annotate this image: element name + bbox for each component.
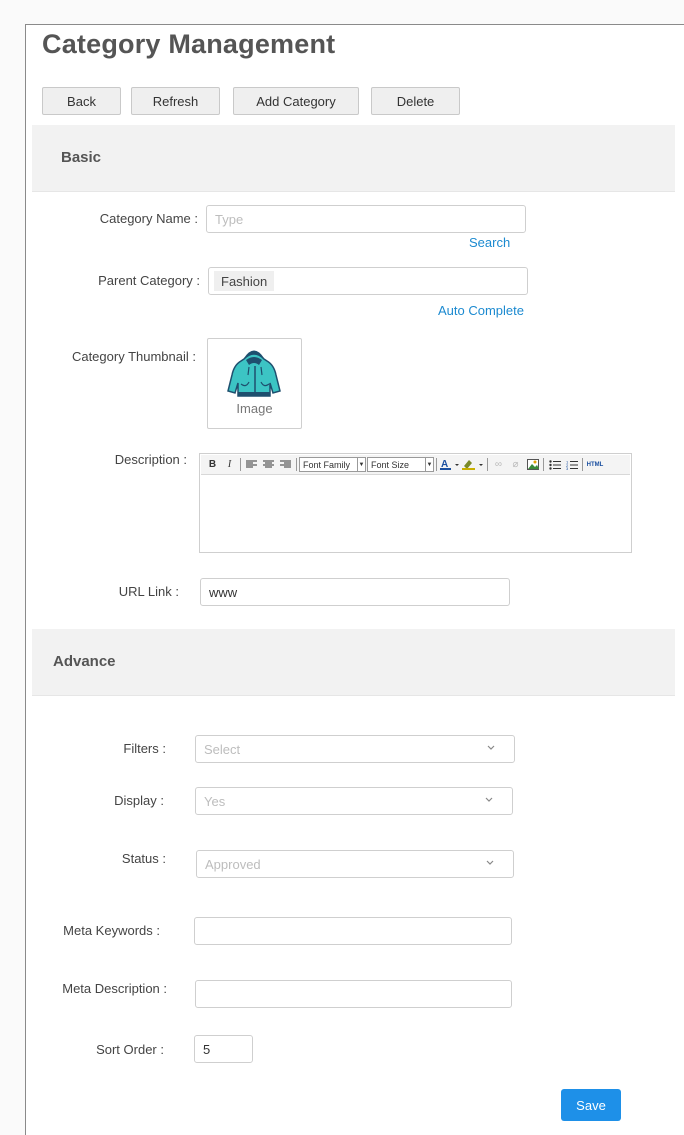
font-size-select[interactable]: Font Size ▼	[367, 457, 434, 472]
meta-description-label: Meta Description :	[62, 981, 167, 996]
sort-order-input[interactable]: 5	[194, 1035, 253, 1063]
status-label: Status :	[121, 851, 166, 866]
category-name-input[interactable]: Type	[206, 205, 526, 233]
highlight-color-icon[interactable]	[461, 457, 485, 473]
font-family-label: Font Family	[303, 459, 351, 470]
category-thumbnail-label: Category Thumbnail :	[71, 349, 196, 364]
auto-complete-link[interactable]: Auto Complete	[438, 303, 524, 318]
chevron-down-icon: ▼	[425, 458, 433, 471]
insert-image-icon[interactable]	[524, 457, 541, 473]
italic-icon[interactable]: I	[221, 457, 238, 473]
bold-icon[interactable]: B	[204, 457, 221, 473]
parent-category-input[interactable]: Fashion	[208, 267, 528, 295]
meta-description-input[interactable]	[195, 980, 512, 1008]
basic-section-header: Basic	[32, 125, 675, 192]
status-select[interactable]: Approved	[196, 850, 514, 878]
text-color-icon[interactable]: A	[439, 457, 461, 473]
filters-select[interactable]: Select	[195, 735, 515, 763]
align-center-icon[interactable]	[260, 457, 277, 473]
sort-order-label: Sort Order :	[96, 1042, 164, 1057]
chevron-down-icon	[487, 745, 495, 750]
chevron-down-icon	[486, 860, 494, 865]
html-source-icon[interactable]: HTML	[585, 457, 605, 473]
thumbnail-caption: Image	[236, 401, 273, 416]
url-link-input[interactable]: www	[200, 578, 510, 606]
back-button[interactable]: Back	[42, 87, 121, 115]
advance-section-title: Advance	[53, 653, 116, 670]
basic-section-title: Basic	[61, 149, 102, 166]
url-link-label: URL Link :	[118, 584, 179, 599]
meta-keywords-input[interactable]	[194, 917, 512, 945]
delete-button[interactable]: Delete	[371, 87, 460, 115]
font-family-select[interactable]: Font Family ▼	[299, 457, 366, 472]
refresh-button[interactable]: Refresh	[131, 87, 220, 115]
font-size-label: Font Size	[371, 459, 410, 470]
status-value: Approved	[205, 856, 261, 872]
parent-category-label: Parent Category :	[98, 273, 200, 288]
hoodie-icon	[227, 350, 281, 397]
category-name-label: Category Name :	[99, 211, 198, 226]
category-management-panel: Category Management Back Refresh Add Cat…	[25, 24, 684, 1135]
align-right-icon[interactable]	[277, 457, 294, 473]
bullet-list-icon[interactable]	[546, 457, 563, 473]
align-left-icon[interactable]	[243, 457, 260, 473]
chevron-down-icon	[485, 797, 493, 802]
display-value: Yes	[204, 793, 226, 809]
add-category-button[interactable]: Add Category	[233, 87, 359, 115]
display-label: Display :	[114, 793, 164, 808]
category-thumbnail-picker[interactable]: Image	[207, 338, 302, 429]
meta-keywords-label: Meta Keywords :	[63, 923, 160, 938]
svg-text:3: 3	[566, 466, 569, 470]
filters-label: Filters :	[123, 741, 166, 756]
unlink-icon[interactable]: ⌀	[507, 457, 524, 473]
search-link[interactable]: Search	[469, 235, 510, 250]
chevron-down-icon: ▼	[357, 458, 365, 471]
description-label: Description :	[114, 452, 187, 467]
filters-value: Select	[204, 741, 241, 757]
parent-category-chip[interactable]: Fashion	[214, 271, 275, 291]
advance-section-header: Advance	[32, 629, 675, 696]
link-icon[interactable]: ∞	[490, 457, 507, 473]
save-button[interactable]: Save	[561, 1089, 621, 1121]
description-editor[interactable]: B I Font Family ▼ Font Size ▼ A ∞ ⌀ 1 2 …	[199, 453, 632, 553]
category-name-placeholder: Type	[215, 211, 244, 227]
numbered-list-icon[interactable]: 123	[563, 457, 580, 473]
editor-toolbar: B I Font Family ▼ Font Size ▼ A ∞ ⌀ 1 2 …	[201, 455, 630, 475]
display-select[interactable]: Yes	[195, 787, 513, 815]
page-title: Category Management	[42, 29, 336, 59]
